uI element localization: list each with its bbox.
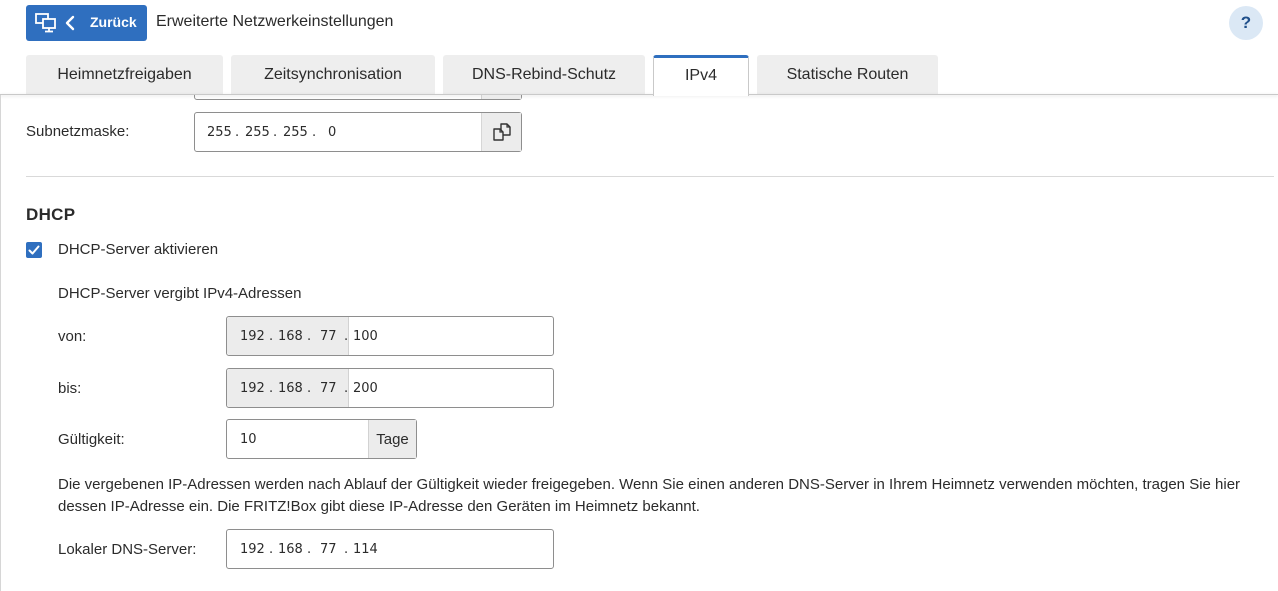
octet-separator: . (269, 380, 274, 396)
main-content: Subnetzmaske: 255 . 255 . 255 . 0 DHCP D… (0, 95, 1278, 591)
tab-bar: Heimnetzfreigaben Zeitsynchronisation DN… (0, 55, 1278, 96)
dhcp-enable-checkbox[interactable] (26, 242, 42, 258)
tab-statische-routen[interactable]: Statische Routen (757, 55, 938, 94)
octet-separator: . (344, 541, 349, 557)
octet-separator: . (307, 380, 312, 396)
octet-separator: . (307, 328, 312, 344)
to-octet-4[interactable]: 200 (353, 369, 378, 407)
dns-octet-3[interactable]: 77 (320, 530, 337, 568)
validity-unit: Tage (368, 420, 416, 458)
chevron-left-icon (65, 15, 75, 31)
octet-separator: . (269, 541, 274, 557)
checkmark-icon (28, 245, 40, 255)
tab-zeitsynchronisation[interactable]: Zeitsynchronisation (231, 55, 435, 94)
dhcp-range-heading: DHCP-Server vergibt IPv4-Adressen (58, 285, 302, 302)
from-octet-1: 192 (240, 328, 265, 344)
octet-separator: . (269, 328, 274, 344)
dns-octet-1[interactable]: 192 (240, 530, 265, 568)
range-from-label: von: (58, 328, 87, 345)
to-octet-2: 168 (278, 380, 303, 396)
range-from-field[interactable]: 192 . 168 . 77 . 100 (226, 316, 554, 356)
partially-scrolled-field[interactable] (194, 95, 522, 100)
range-to-field[interactable]: 192 . 168 . 77 . 200 (226, 368, 554, 408)
subnet-mask-label: Subnetzmaske: (26, 123, 130, 140)
dns-octet-2[interactable]: 168 (278, 530, 303, 568)
dhcp-enable-label[interactable]: DHCP-Server aktivieren (58, 241, 218, 258)
top-bar: Zurück Erweiterte Netzwerkeinstellungen … (0, 0, 1278, 96)
range-to-label: bis: (58, 380, 82, 397)
back-button[interactable]: Zurück (26, 5, 147, 41)
dns-octet-4[interactable]: 114 (353, 530, 378, 568)
subnet-octet-2[interactable]: 255 (245, 113, 270, 151)
page-title: Erweiterte Netzwerkeinstellungen (156, 13, 394, 30)
to-octet-3: 77 (320, 380, 337, 396)
from-octet-3: 77 (320, 328, 337, 344)
subnet-octet-3[interactable]: 255 (283, 113, 308, 151)
from-octet-4[interactable]: 100 (353, 317, 378, 355)
to-octet-1: 192 (240, 380, 265, 396)
subnet-octet-1[interactable]: 255 (207, 113, 232, 151)
validity-label: Gültigkeit: (58, 431, 125, 448)
dhcp-info-text: Die vergebenen IP-Adressen werden nach A… (58, 476, 1241, 515)
validity-field[interactable]: 10 Tage (226, 419, 417, 459)
octet-separator: . (273, 124, 278, 140)
partially-scrolled-field-button[interactable] (481, 95, 521, 99)
octet-separator: . (344, 380, 349, 396)
back-button-label: Zurück (90, 14, 137, 30)
tab-heimnetzfreigaben[interactable]: Heimnetzfreigaben (26, 55, 223, 94)
from-octet-2: 168 (278, 328, 303, 344)
section-divider (26, 176, 1274, 177)
network-icon (35, 13, 56, 33)
local-dns-field[interactable]: 192 . 168 . 77 . 114 (226, 529, 554, 569)
octet-separator: . (307, 541, 312, 557)
octet-separator: . (235, 124, 240, 140)
copy-button[interactable] (481, 113, 521, 151)
help-button[interactable]: ? (1229, 6, 1263, 40)
subnet-mask-field[interactable]: 255 . 255 . 255 . 0 (194, 112, 522, 152)
tab-ipv4[interactable]: IPv4 (653, 55, 749, 96)
octet-separator: . (312, 124, 317, 140)
octet-separator: . (344, 328, 349, 344)
tab-dns-rebind-schutz[interactable]: DNS-Rebind-Schutz (443, 55, 645, 94)
subnet-octet-4[interactable]: 0 (328, 113, 336, 151)
copy-icon (492, 123, 511, 141)
local-dns-label: Lokaler DNS-Server: (58, 541, 197, 558)
validity-value[interactable]: 10 (240, 420, 257, 458)
dhcp-section-title: DHCP (26, 205, 76, 224)
